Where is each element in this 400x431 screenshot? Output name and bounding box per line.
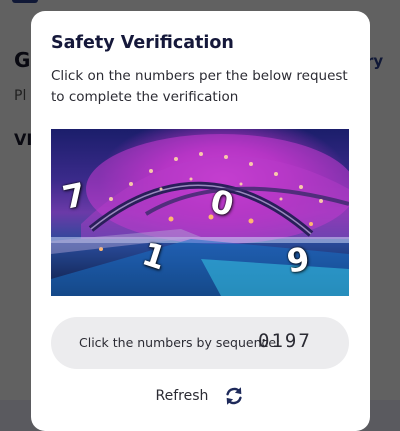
sequence-prompt: Click the numbers by sequence: 0197 [51,317,349,369]
dialog-title: Safety Verification [51,33,234,53]
dialog-instruction: Click on the numbers per the below reque… [51,68,348,105]
refresh-label[interactable]: Refresh [156,388,209,404]
sequence-value: 0197 [258,330,312,352]
safety-verification-dialog: Safety Verification Click on the numbers… [31,11,370,431]
sequence-label: Click the numbers by sequence: [79,335,281,350]
refresh-icon[interactable] [223,385,245,407]
refresh-button[interactable]: Refresh [31,385,370,409]
captcha-image[interactable]: 7 0 1 9 [51,129,349,296]
